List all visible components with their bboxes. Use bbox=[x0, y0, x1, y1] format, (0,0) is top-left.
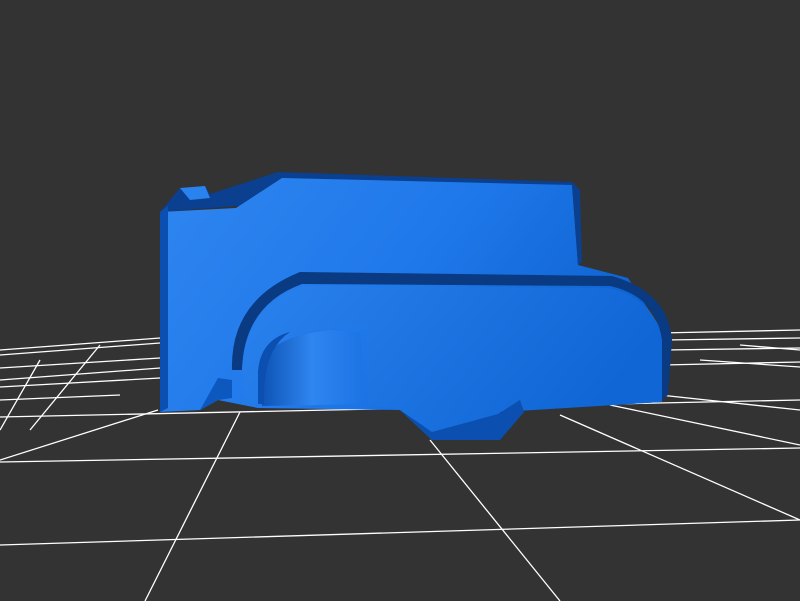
3d-viewport[interactable] bbox=[0, 0, 800, 601]
scene-canvas[interactable] bbox=[0, 0, 800, 601]
blue-3d-model[interactable] bbox=[160, 172, 672, 440]
model-left-edge bbox=[160, 206, 168, 412]
